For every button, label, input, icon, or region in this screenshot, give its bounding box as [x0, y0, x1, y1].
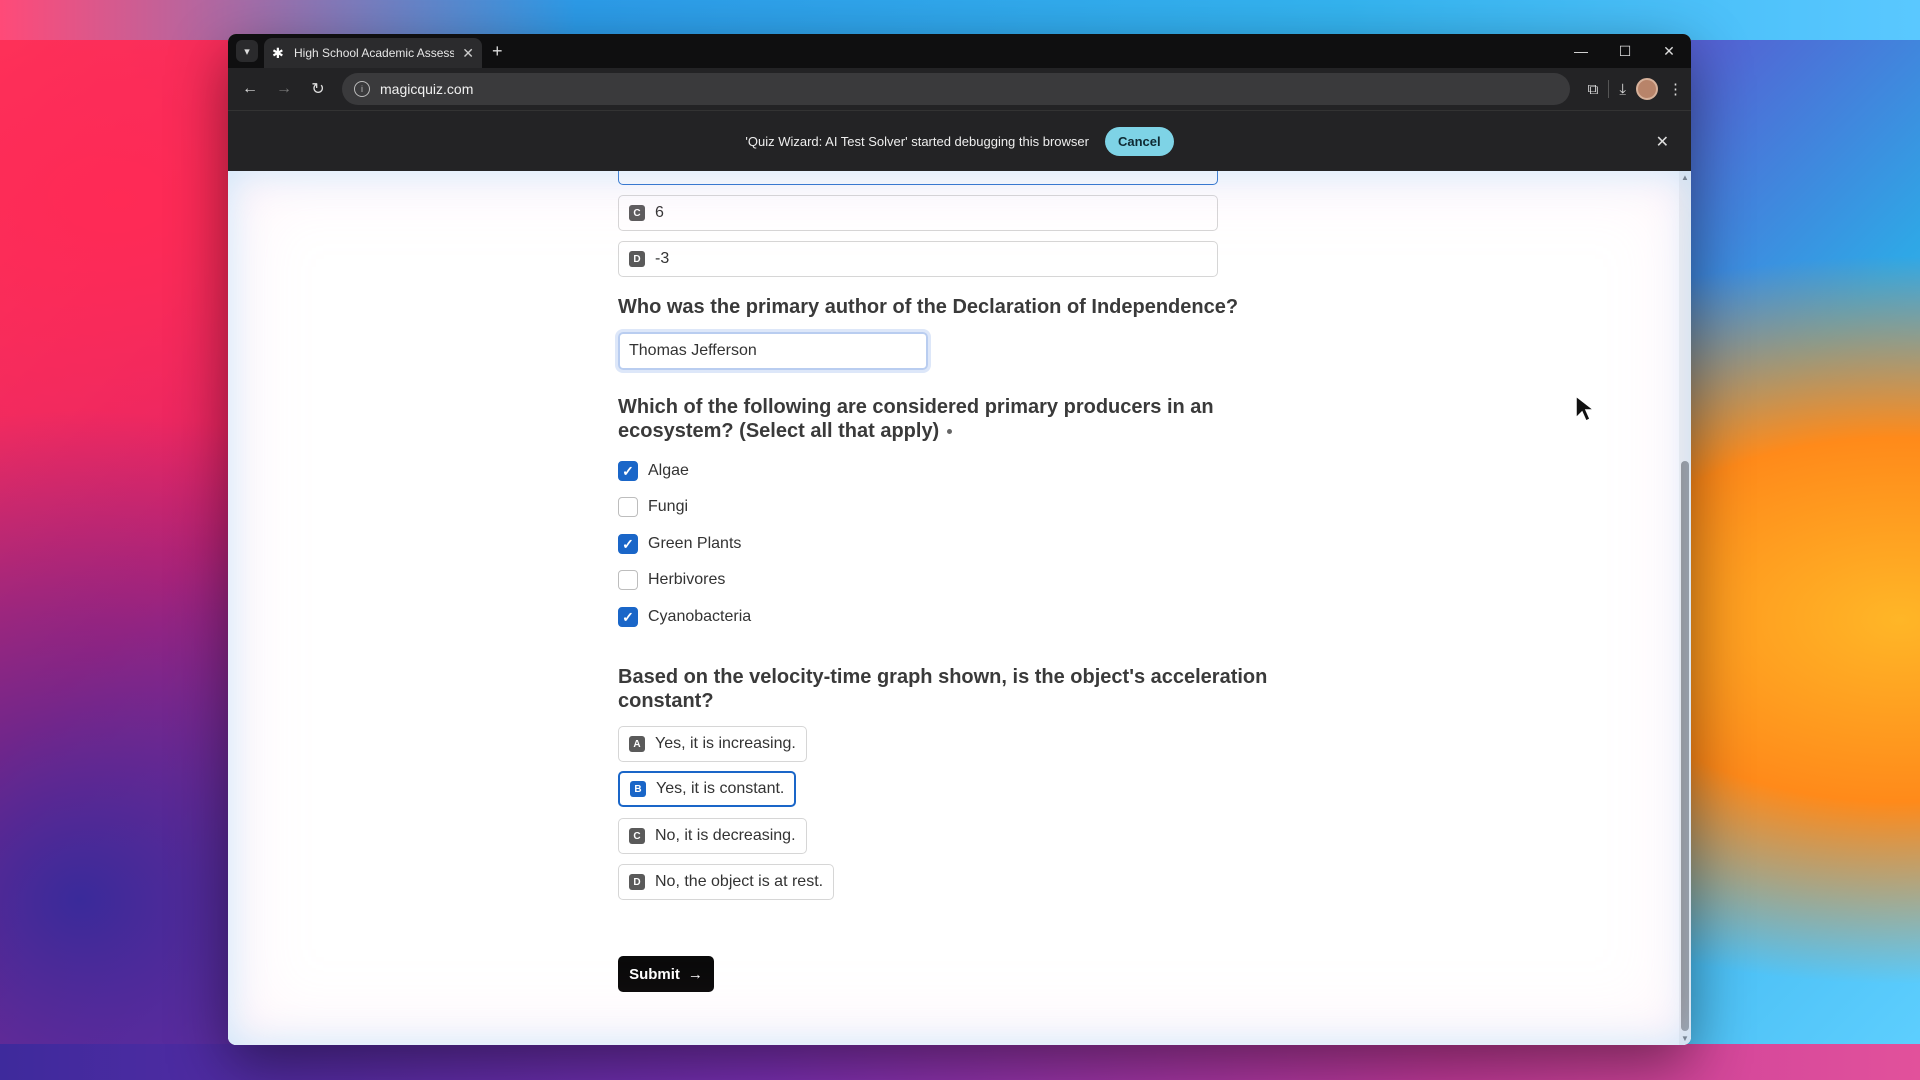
checkbox-option-green-plants[interactable]: ✓ Green Plants	[618, 534, 741, 554]
checkbox-option-algae[interactable]: ✓ Algae	[618, 461, 689, 481]
address-bar[interactable]: i magicquiz.com	[342, 73, 1570, 105]
more-menu-icon[interactable]: ⋮	[1668, 80, 1683, 98]
tab-active[interactable]: ✱ High School Academic Assessm ✕	[264, 38, 482, 68]
checkbox-label: Herbivores	[648, 571, 726, 588]
prev-option-partial[interactable]	[618, 171, 1218, 185]
profile-avatar[interactable]	[1636, 78, 1658, 100]
checkbox-checked-icon[interactable]: ✓	[618, 461, 638, 481]
option-letter-badge: B	[630, 781, 646, 797]
checkbox-unchecked-icon[interactable]	[618, 570, 638, 590]
close-window-icon[interactable]: ✕	[1647, 34, 1691, 68]
close-infobar-icon[interactable]: ✕	[1656, 132, 1669, 152]
option-text: 6	[655, 204, 664, 221]
scroll-up-icon[interactable]: ▲	[1681, 173, 1689, 182]
browser-window: ▾ ✱ High School Academic Assessm ✕ + — ☐…	[228, 34, 1691, 1045]
prev-option-c[interactable]: C 6	[618, 195, 1218, 231]
checkbox-option-fungi[interactable]: Fungi	[618, 497, 688, 517]
velocity-option-a[interactable]: A Yes, it is increasing.	[618, 726, 807, 762]
velocity-option-d[interactable]: D No, the object is at rest.	[618, 864, 835, 900]
arrow-right-icon: →	[687, 965, 703, 983]
checkbox-label: Fungi	[648, 498, 689, 515]
question-velocity-title: Based on the velocity-time graph shown, …	[618, 666, 1268, 712]
cancel-debugging-button[interactable]: Cancel	[1104, 126, 1174, 156]
submit-button[interactable]: Submit →	[618, 956, 714, 992]
checkbox-checked-icon[interactable]: ✓	[618, 607, 638, 627]
reload-icon[interactable]: ↻	[304, 75, 332, 103]
scroll-down-icon[interactable]: ▼	[1681, 1034, 1689, 1043]
option-letter-badge: C	[629, 828, 645, 844]
maximize-icon[interactable]: ☐	[1603, 34, 1647, 68]
option-text: No, the object is at rest.	[655, 873, 824, 890]
option-letter-badge: D	[629, 874, 645, 890]
required-indicator	[947, 429, 953, 435]
question-producers-text: Which of the following are considered pr…	[618, 396, 1214, 442]
new-tab-button[interactable]: +	[492, 41, 503, 62]
site-info-icon[interactable]: i	[354, 81, 370, 97]
scrollbar-thumb[interactable]	[1681, 461, 1689, 1031]
url-text: magicquiz.com	[380, 81, 474, 97]
mouse-cursor-icon	[1575, 394, 1596, 423]
checkbox-label: Cyanobacteria	[648, 608, 752, 625]
desktop-wallpaper-bottom	[0, 1044, 1920, 1080]
window-controls: — ☐ ✕	[1559, 34, 1691, 68]
tab-bar: ▾ ✱ High School Academic Assessm ✕ + — ☐…	[228, 34, 1691, 68]
browser-toolbar: ← → ↻ i magicquiz.com ⧉ ⤓ ⋮	[228, 68, 1691, 110]
prev-option-d[interactable]: D -3	[618, 241, 1218, 277]
extension-icon[interactable]: ⧉	[1588, 81, 1599, 98]
velocity-option-c[interactable]: C No, it is decreasing.	[618, 818, 807, 854]
toolbar-separator	[1608, 80, 1610, 98]
author-answer-input[interactable]: Thomas Jefferson	[618, 332, 928, 370]
checkbox-label: Algae	[648, 462, 689, 479]
option-text: Yes, it is increasing.	[655, 735, 796, 752]
option-text: -3	[655, 250, 670, 267]
debugging-infobar: 'Quiz Wizard: AI Test Solver' started de…	[228, 110, 1691, 171]
question-producers-title: Which of the following are considered pr…	[618, 395, 1218, 443]
option-text: No, it is decreasing.	[655, 827, 796, 844]
submit-label: Submit	[629, 965, 680, 983]
toolbar-actions: ⧉ ⤓ ⋮	[1588, 78, 1683, 100]
checkbox-checked-icon[interactable]: ✓	[618, 534, 638, 554]
debugging-message: 'Quiz Wizard: AI Test Solver' started de…	[745, 133, 1089, 149]
checkbox-label: Green Plants	[648, 535, 742, 552]
forward-icon[interactable]: →	[270, 75, 298, 103]
checkbox-option-herbivores[interactable]: Herbivores	[618, 570, 725, 590]
download-icon[interactable]: ⤓	[1619, 81, 1626, 98]
checkbox-unchecked-icon[interactable]	[618, 497, 638, 517]
option-text: Yes, it is constant.	[656, 780, 785, 797]
question-author-title: Who was the primary author of the Declar…	[618, 296, 1239, 318]
option-letter-badge: D	[629, 251, 645, 267]
back-icon[interactable]: ←	[236, 75, 264, 103]
option-letter-badge: C	[629, 205, 645, 221]
page-content: C 6 D -3 Who was the primary author of t…	[228, 171, 1691, 1045]
tab-list-icon[interactable]: ▾	[236, 40, 258, 62]
velocity-option-b[interactable]: B Yes, it is constant.	[618, 771, 797, 807]
quiz-favicon-icon: ✱	[272, 45, 284, 61]
page-scrollbar[interactable]: ▲ ▼	[1679, 171, 1691, 1045]
tab-title: High School Academic Assessm	[294, 46, 455, 60]
minimize-icon[interactable]: —	[1559, 34, 1603, 68]
checkbox-option-cyanobacteria[interactable]: ✓ Cyanobacteria	[618, 607, 751, 627]
option-letter-badge: A	[629, 736, 645, 752]
close-tab-icon[interactable]: ✕	[462, 45, 474, 62]
